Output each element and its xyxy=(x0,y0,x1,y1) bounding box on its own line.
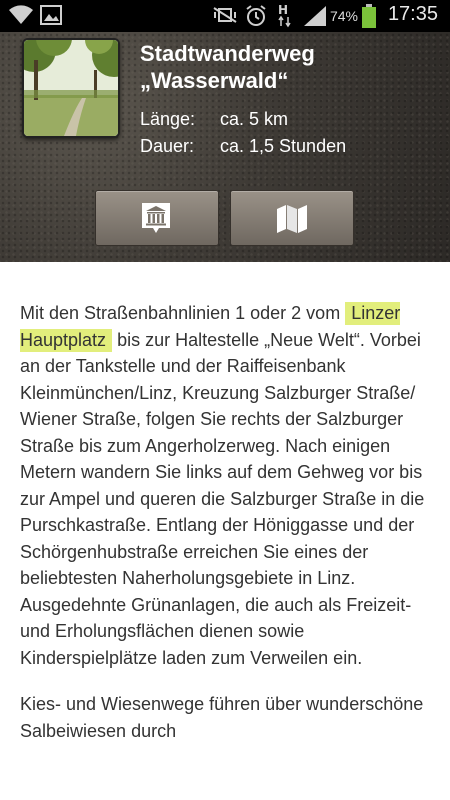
description-paragraph-2: Kies- und Wiesenwege führen über wunders… xyxy=(20,694,424,741)
description-paragraph-1: Mit den Straßenbahnlinien 1 oder 2 vom L… xyxy=(20,300,430,671)
image-icon xyxy=(40,4,62,30)
status-bar: H 74% 17:35 xyxy=(0,0,450,32)
svg-text:H: H xyxy=(278,3,288,17)
description-text-rest: bis zur Haltestelle „Neue Welt“. Vorbei … xyxy=(20,329,425,668)
sights-button[interactable] xyxy=(95,190,219,246)
duration-row: Dauer: ca. 1,5 Stunden xyxy=(140,133,346,160)
length-row: Länge: ca. 5 km xyxy=(140,106,346,133)
map-button[interactable] xyxy=(230,190,354,246)
alarm-icon xyxy=(244,4,268,32)
route-title-line2: „Wasserwald“ xyxy=(140,68,289,93)
battery-percent: 74% xyxy=(329,8,358,24)
route-title: Stadtwanderweg „Wasserwald“ xyxy=(140,40,440,94)
battery-icon xyxy=(362,4,376,32)
route-thumbnail[interactable] xyxy=(22,38,120,138)
route-description: Mit den Straßenbahnlinien 1 oder 2 vom L… xyxy=(20,300,430,764)
length-label: Länge: xyxy=(140,109,196,129)
duration-value: ca. 1,5 Stunden xyxy=(220,136,347,156)
silent-icon xyxy=(212,4,238,30)
route-header: Stadtwanderweg „Wasserwald“ Länge: ca. 5 … xyxy=(0,32,450,262)
route-info: Länge: ca. 5 km Dauer: ca. 1,5 Stunden xyxy=(140,106,346,160)
wifi-icon xyxy=(8,4,34,30)
description-text-start: Mit den Straßenbahnlinien 1 oder 2 vom xyxy=(20,303,341,323)
duration-label: Dauer: xyxy=(140,136,195,156)
hspa-icon: H xyxy=(276,2,294,32)
length-value: ca. 5 km xyxy=(220,109,289,129)
clock: 17:35 xyxy=(387,3,438,25)
signal-icon xyxy=(302,4,328,32)
route-title-line1: Stadtwanderweg xyxy=(140,41,315,66)
